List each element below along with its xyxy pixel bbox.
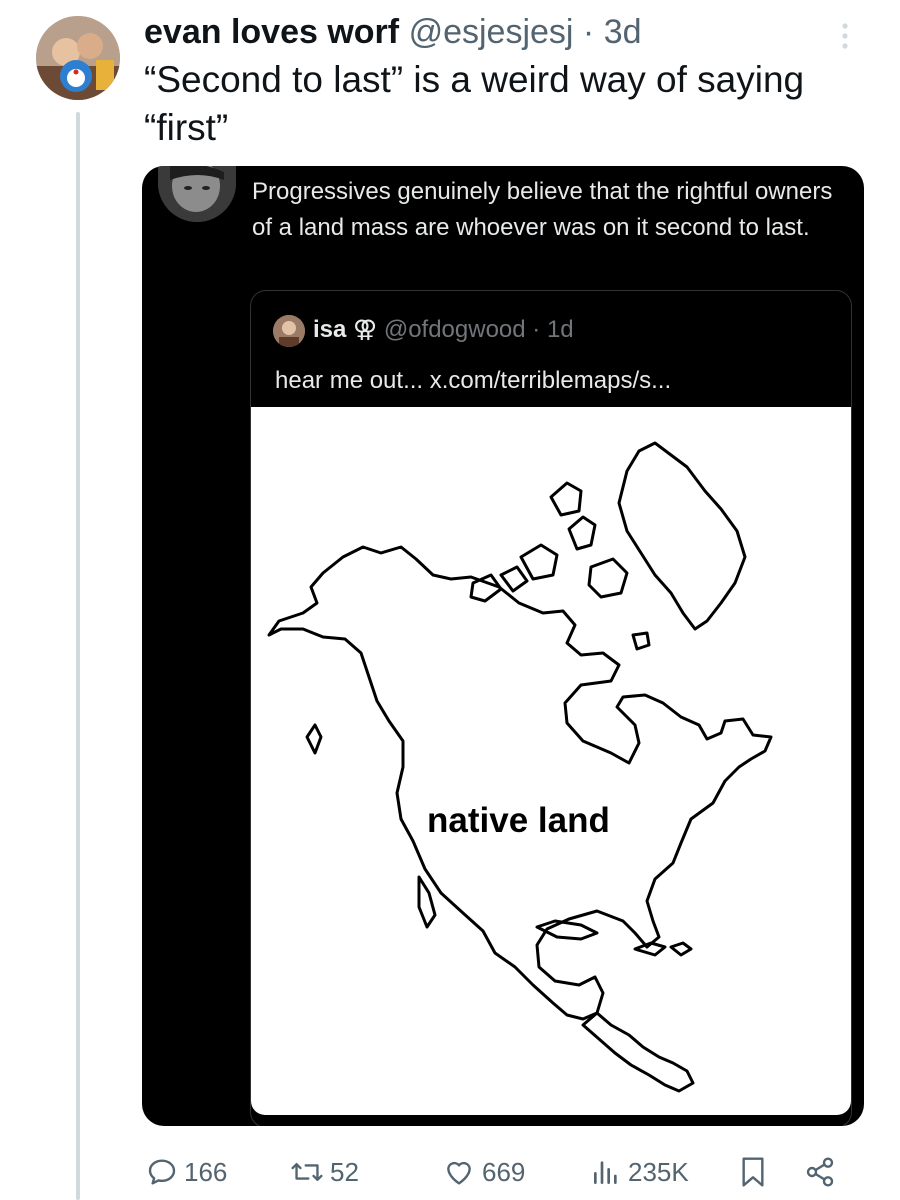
bookmark-icon bbox=[742, 1157, 764, 1187]
reply-button[interactable]: 166 bbox=[146, 1148, 227, 1196]
quote-text[interactable]: hear me out... x.com/terriblemaps/s... bbox=[275, 365, 671, 397]
quote-display-name[interactable]: isa bbox=[313, 316, 346, 343]
views-button[interactable]: 235K bbox=[590, 1148, 689, 1196]
reply-icon bbox=[148, 1159, 176, 1185]
map-label: native land bbox=[427, 801, 610, 840]
avatar[interactable] bbox=[36, 16, 120, 100]
reply-count: 166 bbox=[184, 1156, 228, 1187]
quote-handle[interactable]: @ofdogwood bbox=[384, 316, 526, 343]
avatar-image bbox=[36, 16, 120, 100]
views-icon bbox=[594, 1161, 617, 1184]
quote-timestamp[interactable]: · 1d bbox=[532, 316, 573, 343]
like-count: 669 bbox=[482, 1156, 526, 1187]
thread-line bbox=[76, 112, 80, 1200]
share-icon bbox=[806, 1157, 834, 1187]
repost-count: 52 bbox=[330, 1156, 359, 1187]
north-america-map bbox=[267, 441, 773, 1093]
quote-header: isa ⚢ @ofdogwood · 1d bbox=[313, 315, 574, 345]
views-count: 235K bbox=[628, 1156, 689, 1187]
quote-card[interactable]: isa ⚢ @ofdogwood · 1d hear me out... x.c… bbox=[250, 290, 852, 1126]
display-name[interactable]: evan loves worf bbox=[144, 13, 399, 51]
tweet-text: “Second to last” is a weird way of sayin… bbox=[144, 59, 805, 148]
quote-avatar bbox=[273, 315, 305, 347]
map-image[interactable]: native land bbox=[251, 407, 851, 1115]
share-button[interactable] bbox=[804, 1148, 836, 1196]
media-card[interactable]: Progressives genuinely believe that the … bbox=[142, 166, 864, 1126]
embedded-avatar bbox=[158, 166, 236, 222]
like-button[interactable]: 669 bbox=[442, 1148, 525, 1196]
repost-button[interactable]: 52 bbox=[290, 1148, 359, 1196]
bookmark-button[interactable] bbox=[740, 1148, 766, 1196]
like-icon bbox=[447, 1161, 471, 1185]
quote-symbol: ⚢ bbox=[353, 316, 378, 343]
timestamp[interactable]: · 3d bbox=[583, 13, 642, 51]
repost-icon bbox=[291, 1162, 323, 1182]
user-handle[interactable]: @esjesjesj bbox=[409, 13, 574, 51]
action-bar: 166 52 669 235K bbox=[144, 1148, 884, 1196]
embedded-post-text: Progressives genuinely believe that the … bbox=[252, 178, 833, 241]
tweet-header: evan loves worf @esjesjesj · 3d bbox=[144, 12, 642, 52]
more-icon[interactable] bbox=[830, 16, 860, 56]
